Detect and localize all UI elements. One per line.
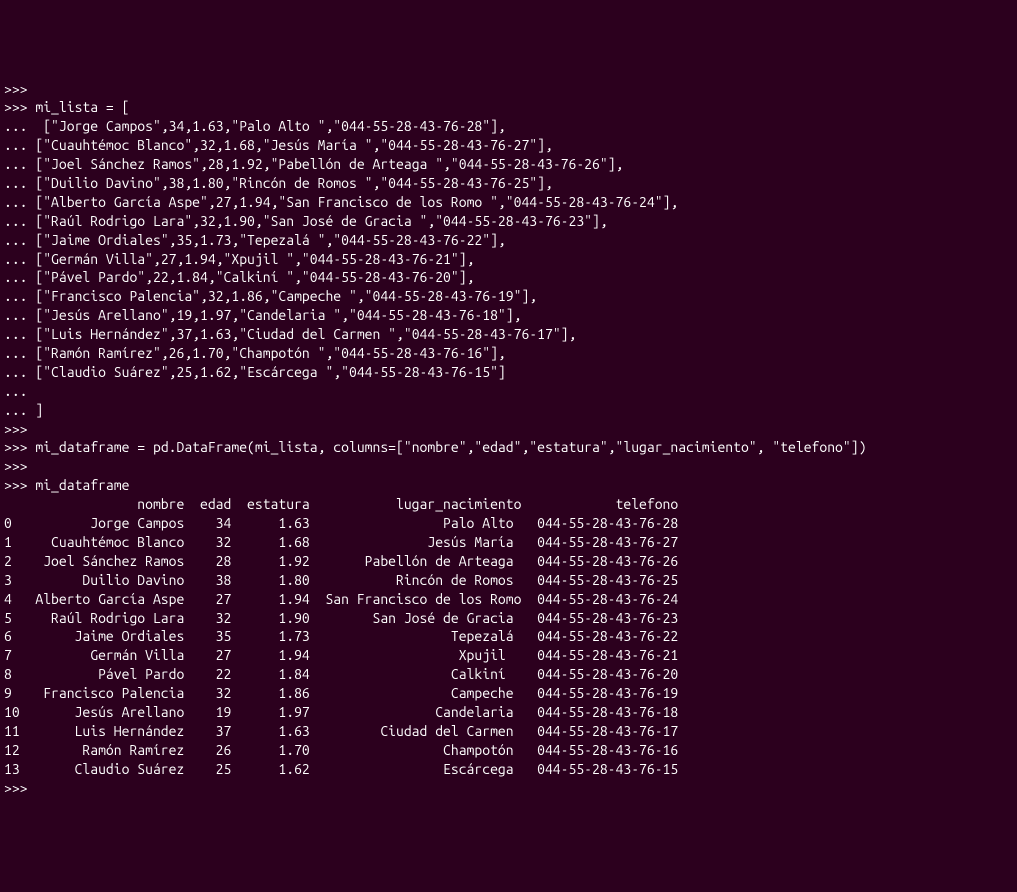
list-row: ["Germán Villa",27,1.94,"Xpujil ","044-5… [35, 251, 474, 267]
df-row: 8 Pável Pardo 22 1.84 Calkiní 044-55-28-… [4, 666, 678, 682]
continuation: ... [4, 383, 28, 399]
df-row: 4 Alberto García Aspe 27 1.94 San Franci… [4, 591, 678, 607]
df-row: 0 Jorge Campos 34 1.63 Palo Alto 044-55-… [4, 515, 678, 531]
cmd-df-show: mi_dataframe [35, 477, 129, 493]
df-row: 11 Luis Hernández 37 1.63 Ciudad del Car… [4, 723, 678, 739]
list-row: ["Pável Pardo",22,1.84,"Calkiní ","044-5… [35, 269, 474, 285]
df-row: 7 Germán Villa 27 1.94 Xpujil 044-55-28-… [4, 647, 678, 663]
list-close: ] [35, 402, 43, 418]
list-row: ["Duilio Davino",38,1.80,"Rincón de Romo… [35, 175, 552, 191]
df-row: 13 Claudio Suárez 25 1.62 Escárcega 044-… [4, 761, 678, 777]
continuation: ... [4, 156, 28, 172]
continuation: ... [4, 345, 28, 361]
list-row: ["Joel Sánchez Ramos",28,1.92,"Pabellón … [35, 156, 623, 172]
list-row: ["Cuauhtémoc Blanco",32,1.68,"Jesús Marí… [35, 137, 552, 153]
list-row: ["Luis Hernández",37,1.63,"Ciudad del Ca… [35, 326, 576, 342]
continuation: ... [4, 269, 28, 285]
prompt: >>> [4, 780, 28, 796]
prompt: >>> [4, 477, 28, 493]
continuation: ... [4, 251, 28, 267]
df-row: 3 Duilio Davino 38 1.80 Rincón de Romos … [4, 572, 678, 588]
prompt: >>> [4, 439, 28, 455]
df-header: nombre edad estatura lugar_nacimiento te… [4, 496, 678, 512]
continuation: ... [4, 288, 28, 304]
continuation: ... [4, 194, 28, 210]
continuation: ... [4, 213, 28, 229]
prompt: >>> [4, 458, 28, 474]
continuation: ... [4, 118, 28, 134]
prompt: >>> [4, 99, 28, 115]
list-row: ["Jorge Campos",34,1.63,"Palo Alto ","04… [35, 118, 505, 134]
list-row: ["Alberto García Aspe",27,1.94,"San Fran… [35, 194, 678, 210]
continuation: ... [4, 307, 28, 323]
cmd-df-create: mi_dataframe = pd.DataFrame(mi_lista, co… [35, 439, 866, 455]
list-row: ["Francisco Palencia",32,1.86,"Campeche … [35, 288, 537, 304]
list-row: ["Jesús Arellano",19,1.97,"Candelaria ",… [35, 307, 521, 323]
continuation: ... [4, 364, 28, 380]
list-row: ["Jaime Ordiales",35,1.73,"Tepezalá ","0… [35, 232, 505, 248]
df-row: 10 Jesús Arellano 19 1.97 Candelaria 044… [4, 704, 678, 720]
list-row: ["Raúl Rodrigo Lara",32,1.90,"San José d… [35, 213, 607, 229]
prompt: >>> [4, 81, 28, 97]
continuation: ... [4, 137, 28, 153]
df-row: 6 Jaime Ordiales 35 1.73 Tepezalá 044-55… [4, 628, 678, 644]
terminal[interactable]: >>> >>> mi_lista = [ ... ["Jorge Campos"… [4, 80, 1013, 798]
df-row: 2 Joel Sánchez Ramos 28 1.92 Pabellón de… [4, 553, 678, 569]
df-row: 9 Francisco Palencia 32 1.86 Campeche 04… [4, 685, 678, 701]
list-row: ["Claudio Suárez",25,1.62,"Escárcega ","… [35, 364, 505, 380]
continuation: ... [4, 402, 28, 418]
df-row: 12 Ramón Ramírez 26 1.70 Champotón 044-5… [4, 742, 678, 758]
df-row: 5 Raúl Rodrigo Lara 32 1.90 San José de … [4, 610, 678, 626]
continuation: ... [4, 175, 28, 191]
cmd-list-decl: mi_lista = [ [35, 99, 129, 115]
df-row: 1 Cuauhtémoc Blanco 32 1.68 Jesús María … [4, 534, 678, 550]
list-row: ["Ramón Ramírez",26,1.70,"Champotón ","0… [35, 345, 505, 361]
continuation: ... [4, 326, 28, 342]
continuation: ... [4, 232, 28, 248]
prompt: >>> [4, 421, 28, 437]
